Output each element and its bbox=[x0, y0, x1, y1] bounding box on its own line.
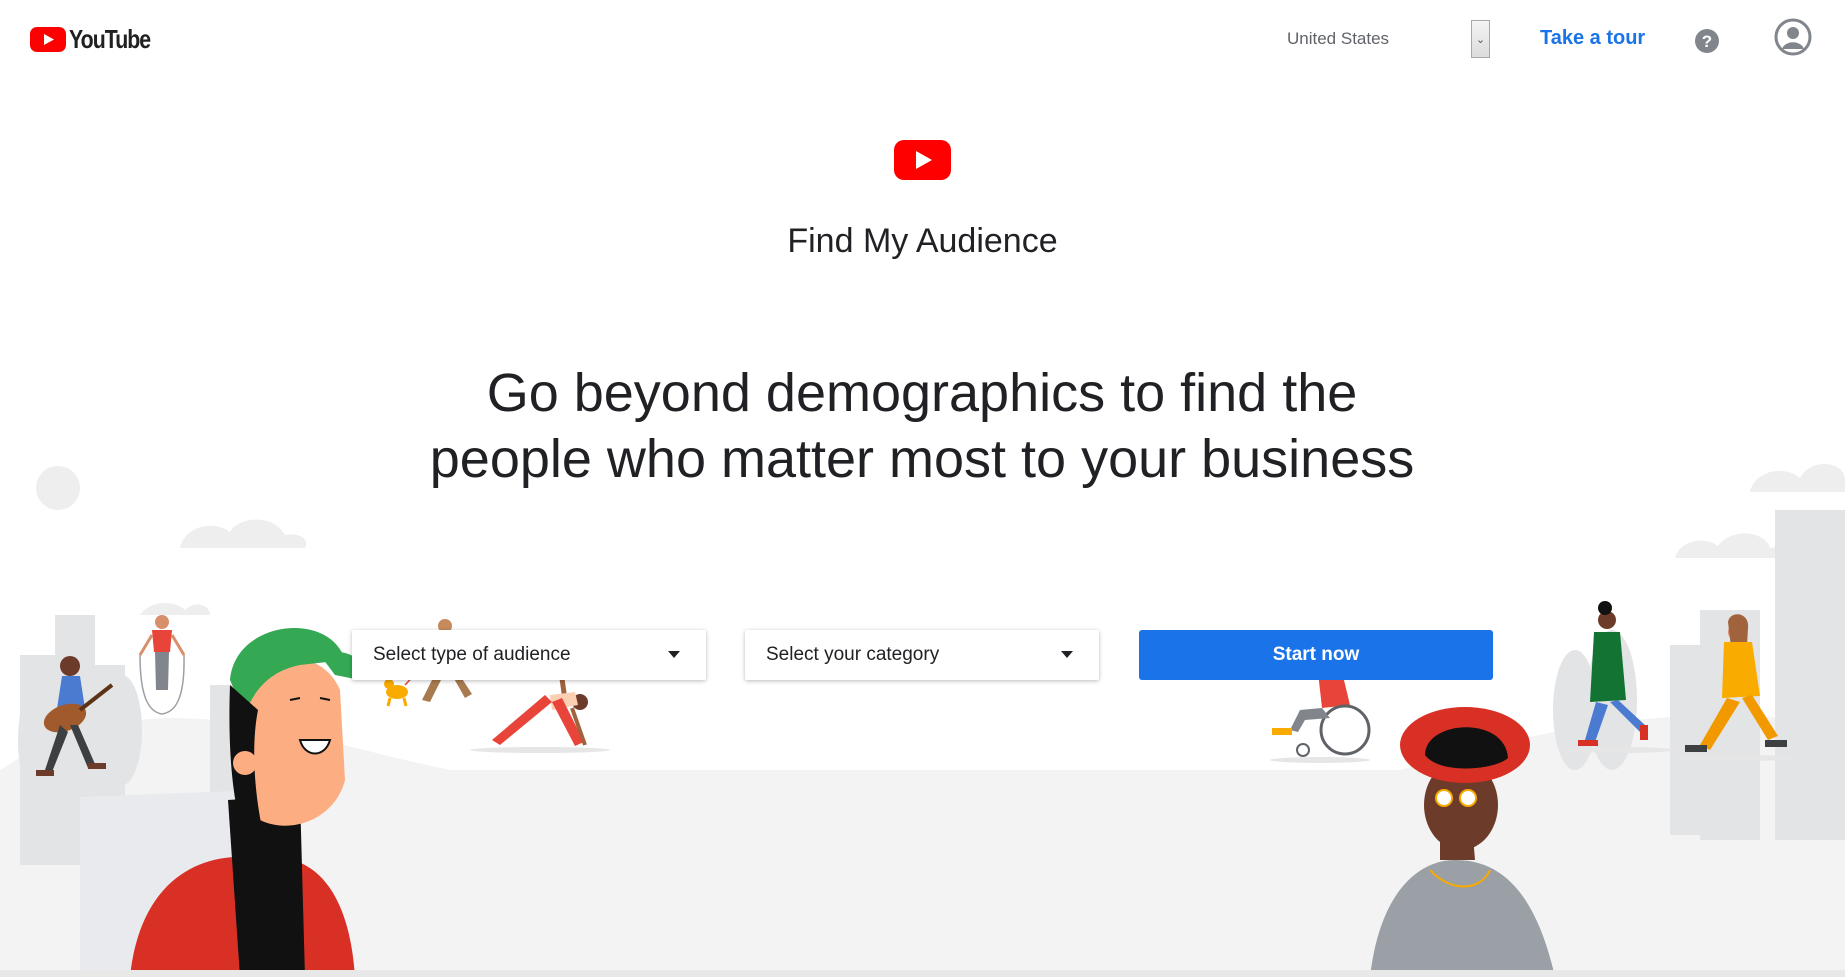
headline-line-1: Go beyond demographics to find the bbox=[486, 363, 1358, 423]
audience-type-placeholder: Select type of audience bbox=[373, 644, 571, 665]
audience-type-dropdown[interactable]: Select type of audience bbox=[352, 630, 706, 680]
background-scene-illustration bbox=[0, 463, 1845, 977]
youtube-play-icon bbox=[894, 140, 951, 180]
youtube-logo-text: YouTube bbox=[69, 24, 151, 54]
page: YouTube United States ⌄ Take a tour ? Fi… bbox=[0, 0, 1845, 977]
jump-rope-figure bbox=[138, 615, 186, 715]
category-placeholder: Select your category bbox=[766, 644, 940, 665]
youtube-play-icon bbox=[30, 26, 66, 52]
bottom-scroll-edge bbox=[0, 970, 1845, 977]
svg-text:?: ? bbox=[1702, 32, 1712, 51]
top-header: YouTube United States ⌄ Take a tour ? bbox=[0, 0, 1845, 80]
dropdown-arrow-icon bbox=[668, 651, 680, 658]
app-title: Find My Audience bbox=[787, 222, 1058, 260]
headline-line-2: people who matter most to your business bbox=[429, 429, 1415, 489]
country-select[interactable]: United States ⌄ bbox=[1287, 20, 1490, 58]
help-circle-icon[interactable]: ? bbox=[1694, 28, 1720, 54]
take-a-tour-link[interactable]: Take a tour bbox=[1540, 27, 1645, 50]
hero-headline: Go beyond demographics to find the peopl… bbox=[322, 360, 1522, 492]
category-dropdown[interactable]: Select your category bbox=[745, 630, 1099, 680]
country-select-value: United States bbox=[1287, 29, 1390, 48]
dropdown-arrow-icon bbox=[1061, 651, 1073, 658]
youtube-logo[interactable]: YouTube bbox=[30, 26, 168, 52]
account-circle-icon[interactable] bbox=[1774, 18, 1812, 56]
start-now-button[interactable]: Start now bbox=[1139, 630, 1493, 680]
chevron-down-icon[interactable]: ⌄ bbox=[1471, 20, 1490, 58]
